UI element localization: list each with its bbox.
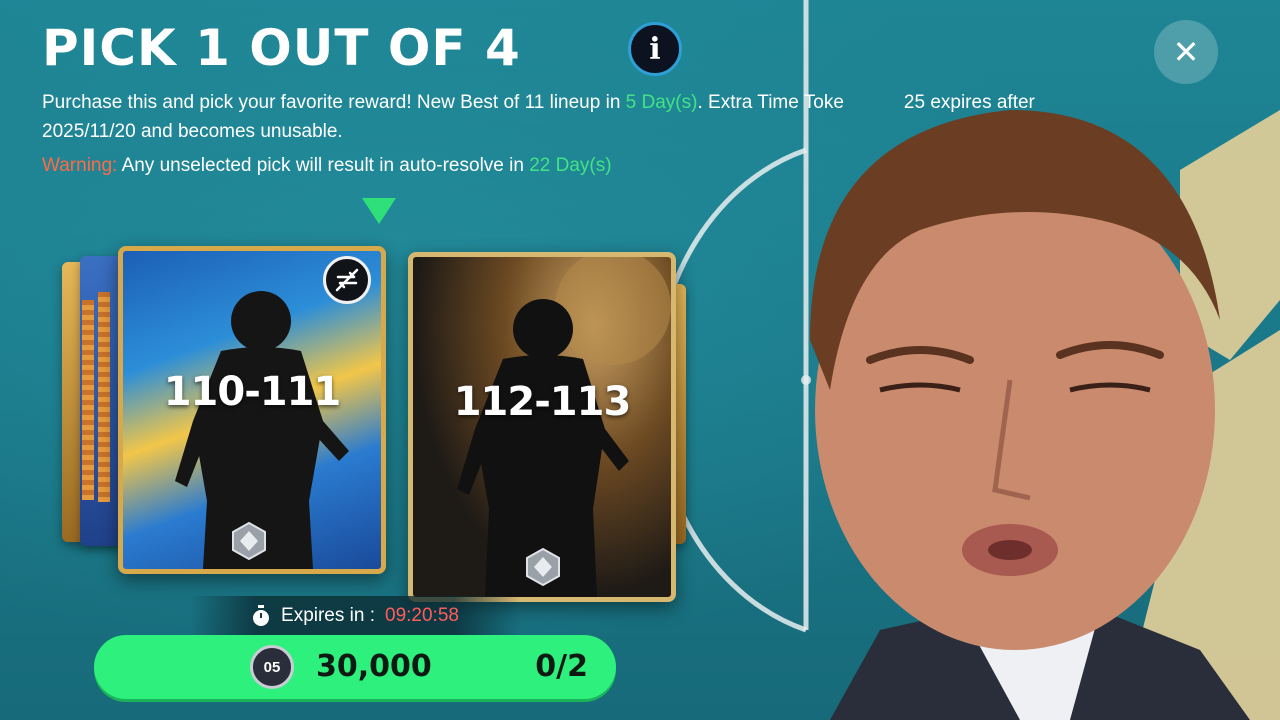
card-face: 112-113 bbox=[408, 252, 676, 602]
coin-icon: 05 bbox=[250, 645, 294, 689]
auto-resolve-countdown: 22 Day(s) bbox=[529, 155, 612, 176]
swap-disabled-icon bbox=[323, 256, 371, 304]
coin-label: 05 bbox=[263, 658, 281, 676]
warning-text: Any unselected pick will result in auto-… bbox=[121, 155, 530, 176]
selection-pointer-icon bbox=[362, 198, 396, 224]
card-rating: 112-113 bbox=[453, 379, 632, 425]
lineup-countdown: 5 Day(s) bbox=[625, 92, 698, 113]
close-glyph: ✕ bbox=[1172, 33, 1200, 71]
player-silhouette bbox=[457, 257, 671, 597]
purchase-counter: 0/2 bbox=[535, 649, 588, 684]
stopwatch-icon bbox=[253, 605, 270, 626]
warning-line: Warning: Any unselected pick will result… bbox=[42, 151, 612, 180]
info-icon[interactable]: i bbox=[628, 22, 682, 76]
info-glyph: i bbox=[649, 31, 661, 67]
person-overlay-image bbox=[810, 110, 1250, 720]
timer-label: Expires in : bbox=[281, 605, 375, 626]
page-title: PICK 1 OUT OF 4 bbox=[42, 19, 521, 77]
close-icon[interactable]: ✕ bbox=[1154, 20, 1218, 84]
expiry-timer: Expires in : 09:20:58 bbox=[190, 596, 520, 636]
card-rating: 110-111 bbox=[163, 369, 342, 415]
price: 30,000 bbox=[316, 649, 432, 684]
card-fringe bbox=[82, 300, 94, 500]
rank-gem-icon bbox=[526, 547, 560, 587]
purchase-button[interactable]: 05 30,000 0/2 bbox=[94, 635, 616, 699]
card-fringe bbox=[98, 292, 110, 502]
warning-label: Warning: bbox=[42, 155, 118, 176]
description-text: Purchase this and pick your favorite rew… bbox=[42, 92, 626, 113]
rank-gem-icon bbox=[232, 521, 266, 561]
timer-value: 09:20:58 bbox=[385, 605, 459, 626]
